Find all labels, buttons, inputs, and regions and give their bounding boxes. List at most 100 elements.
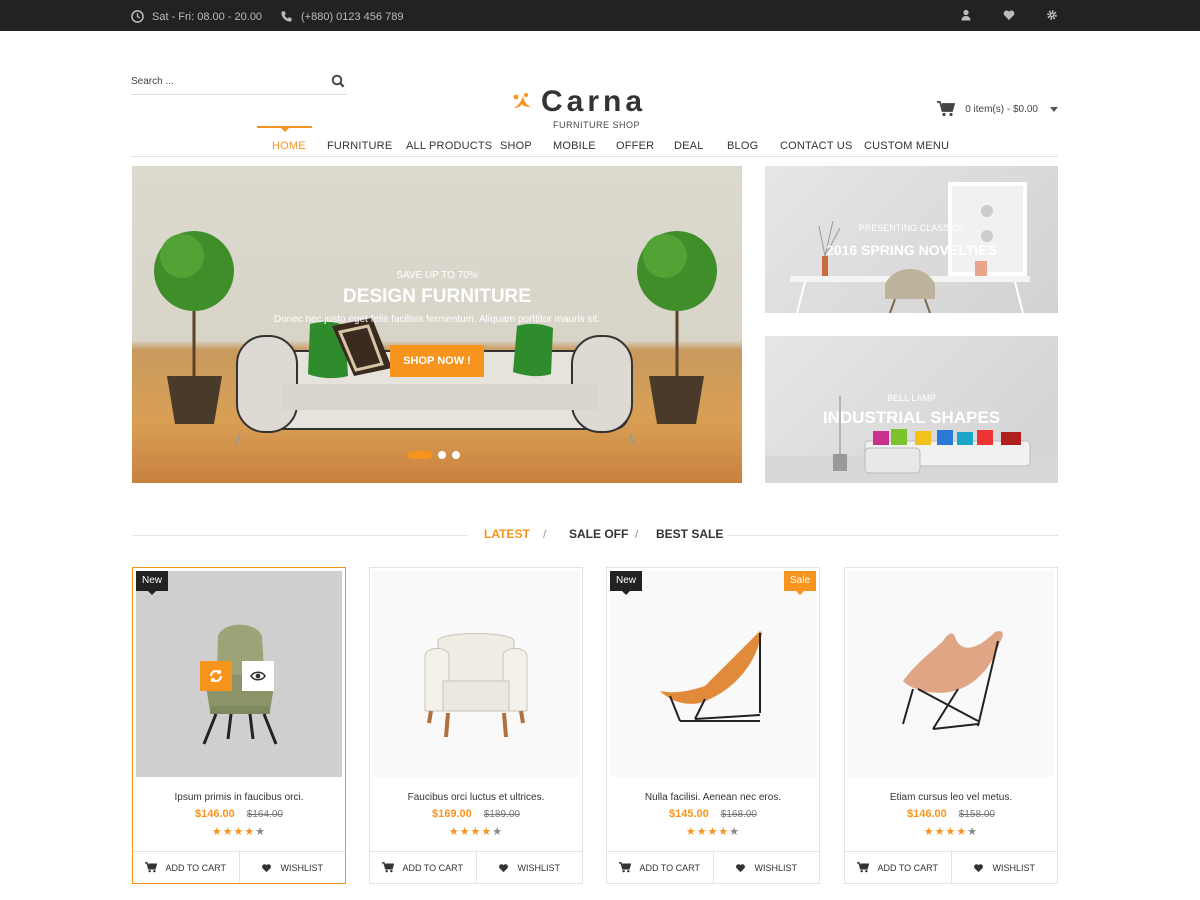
product-image[interactable] <box>610 571 816 777</box>
wishlist-label: WISHLIST <box>280 862 323 873</box>
nav-item-home[interactable]: HOME <box>272 140 306 152</box>
add-to-cart-label: ADD TO CART <box>402 862 463 873</box>
slider-dots <box>408 451 460 459</box>
white-armchair-image <box>424 633 528 738</box>
new-badge: New <box>610 571 643 595</box>
nav-item-shop[interactable]: SHOP <box>500 140 532 152</box>
heart-icon <box>499 863 509 872</box>
empty-star: ★ <box>255 826 267 838</box>
slider-dot-1[interactable] <box>408 451 432 459</box>
wishlist-label: WISHLIST <box>992 862 1035 873</box>
product-image[interactable] <box>373 571 579 777</box>
filled-stars: ★★★★ <box>211 826 256 838</box>
hero-text: Donec nec justo eget felis facilisis fer… <box>273 314 601 325</box>
hero-title: DESIGN FURNITURE <box>343 286 531 307</box>
user-icon[interactable] <box>960 9 972 21</box>
product-name[interactable]: Nulla facilisi. Aenean nec eros. <box>607 792 819 803</box>
quick-view-button[interactable] <box>242 661 274 691</box>
green-armchair-image <box>202 624 278 745</box>
product-old-price: $158.00 <box>958 809 995 820</box>
add-to-cart-button[interactable]: ADD TO CART <box>845 852 952 883</box>
phone-icon <box>281 11 292 22</box>
nav-item-mobile[interactable]: MOBILE <box>553 140 596 152</box>
search-icon[interactable] <box>331 74 345 88</box>
main-nav: HOME FURNITURE ALL PRODUCTS SHOP MOBILE … <box>0 126 1200 166</box>
wishlist-label: WISHLIST <box>517 862 560 873</box>
empty-star: ★ <box>492 826 504 838</box>
product-price: $145.00 <box>669 808 709 820</box>
shop-now-button[interactable]: SHOP NOW ! <box>390 345 484 377</box>
product-actions: ADD TO CART WISHLIST <box>607 851 819 883</box>
tab-sale-off[interactable]: SALE OFF <box>569 527 628 541</box>
wishlist-button[interactable]: WISHLIST <box>714 852 820 883</box>
new-badge: New <box>136 571 169 595</box>
product-prices: $146.00 $158.00 <box>845 808 1057 820</box>
banner-spring-novelties[interactable]: PRESENTING CLASSICS 2016 SPRING NOVELTIE… <box>765 166 1058 313</box>
top-bar: Sat - Fri: 08.00 - 20.00 (+880) 0123 456… <box>0 0 1200 31</box>
product-price: $146.00 <box>195 808 235 820</box>
wishlist-button[interactable]: WISHLIST <box>477 852 583 883</box>
product-price: $169.00 <box>432 808 472 820</box>
sale-badge: Sale <box>783 571 816 595</box>
wishlist-button[interactable]: WISHLIST <box>240 852 346 883</box>
heart-icon <box>736 863 746 872</box>
product-card[interactable]: Etiam cursus leo vel metus. $146.00 $158.… <box>844 567 1058 884</box>
nav-item-custom-menu[interactable]: CUSTOM MENU <box>864 140 949 152</box>
tab-best-sale[interactable]: BEST SALE <box>656 527 723 541</box>
filled-stars: ★★★★ <box>685 826 730 838</box>
banner-2-kicker: BELL LAMP <box>887 393 936 403</box>
opening-hours: Sat - Fri: 08.00 - 20.00 <box>131 10 262 23</box>
banner-2-title: INDUSTRIAL SHAPES <box>822 408 1001 427</box>
nav-item-contact-us[interactable]: CONTACT US <box>780 140 853 152</box>
product-name[interactable]: Etiam cursus leo vel metus. <box>845 792 1057 803</box>
refresh-icon <box>210 670 222 682</box>
nav-item-all-products[interactable]: ALL PRODUCTS <box>406 140 492 152</box>
butterfly-chair-image <box>902 631 1003 730</box>
product-old-price: $189.00 <box>483 809 520 820</box>
heart-icon[interactable] <box>1003 9 1015 21</box>
product-tabs: LATEST / SALE OFF / BEST SALE <box>132 527 1058 541</box>
nav-item-blog[interactable]: BLOG <box>727 140 758 152</box>
wishlist-button[interactable]: WISHLIST <box>952 852 1058 883</box>
logo-name: Carna <box>541 85 647 118</box>
product-image[interactable] <box>848 571 1054 777</box>
cart-icon <box>937 101 956 117</box>
search-box <box>131 69 347 95</box>
tab-separator: / <box>543 527 547 541</box>
mini-cart[interactable]: 0 item(s) - $0.00 <box>937 101 1058 117</box>
nav-item-deal[interactable]: DEAL <box>674 140 704 152</box>
filled-stars: ★★★★ <box>448 826 493 838</box>
product-name[interactable]: Faucibus orci luctus et ultrices. <box>370 792 582 803</box>
banner-industrial-shapes[interactable]: BELL LAMP INDUSTRIAL SHAPES <box>765 336 1058 483</box>
add-to-cart-label: ADD TO CART <box>165 862 226 873</box>
product-name[interactable]: Ipsum primis in faucibus orci. <box>133 792 345 803</box>
hours-text: Sat - Fri: 08.00 - 20.00 <box>152 10 263 23</box>
phone-text: (+880) 0123 456 789 <box>301 10 404 23</box>
tab-separator: / <box>635 527 639 541</box>
slider-dot-2[interactable] <box>438 451 446 459</box>
rating-stars: ★★★★★ <box>370 825 582 838</box>
nav-item-offer[interactable]: OFFER <box>616 140 654 152</box>
compare-button[interactable] <box>200 661 232 691</box>
tab-latest[interactable]: LATEST <box>484 527 530 541</box>
nav-item-furniture[interactable]: FURNITURE <box>327 140 392 152</box>
product-card[interactable]: New Sale Nulla facilisi. Aenean nec eros… <box>606 567 820 884</box>
orange-lounge-chair-image <box>660 631 762 722</box>
slider-dot-3[interactable] <box>452 451 460 459</box>
hero-slider[interactable]: SAVE UP TO 70% DESIGN FURNITURE Donec ne… <box>132 166 742 483</box>
filled-stars: ★★★★ <box>923 826 968 838</box>
add-to-cart-button[interactable]: ADD TO CART <box>370 852 477 883</box>
add-to-cart-button[interactable]: ADD TO CART <box>607 852 714 883</box>
search-input[interactable] <box>131 69 311 93</box>
heart-icon <box>974 863 984 872</box>
product-card[interactable]: Faucibus orci luctus et ultrices. $169.0… <box>369 567 583 884</box>
product-card[interactable]: New Ipsum primis in faucibus orci. $146.… <box>132 567 346 884</box>
product-actions: ADD TO CART WISHLIST <box>370 851 582 883</box>
product-image[interactable] <box>136 571 342 777</box>
empty-star: ★ <box>729 826 741 838</box>
gear-icon[interactable] <box>1046 9 1058 21</box>
rating-stars: ★★★★★ <box>845 825 1057 838</box>
clock-icon <box>131 10 144 23</box>
chevron-down-icon[interactable] <box>1050 106 1058 112</box>
add-to-cart-button[interactable]: ADD TO CART <box>133 852 240 883</box>
